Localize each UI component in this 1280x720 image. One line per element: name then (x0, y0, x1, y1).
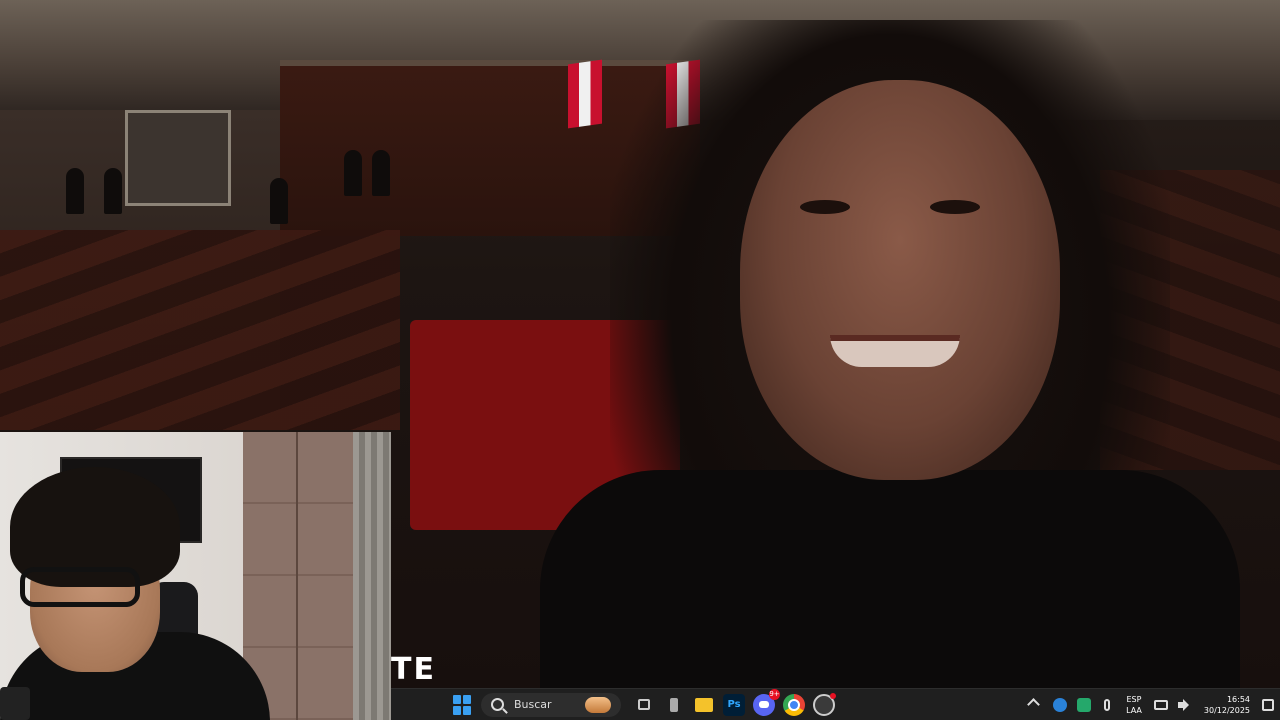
obs-icon[interactable] (813, 692, 836, 716)
file-explorer-icon[interactable] (693, 694, 715, 716)
standing-figure (104, 168, 122, 214)
discord-badge: 9+ (769, 688, 780, 700)
wall-panel (125, 110, 231, 206)
volume-icon[interactable] (1177, 699, 1190, 711)
woman-eye-left (800, 200, 850, 214)
defender-icon[interactable] (1077, 697, 1092, 712)
language-code: ESP (1126, 694, 1142, 704)
wardrobe (243, 432, 353, 720)
onedrive-icon[interactable] (1053, 697, 1068, 712)
discord-icon[interactable]: 9+ (753, 688, 780, 716)
task-view-icon[interactable] (633, 694, 655, 716)
pinned-apps: Ps 9+ (629, 688, 839, 716)
microphone (0, 687, 30, 720)
chevron-up-icon[interactable] (1027, 698, 1040, 711)
screen: TE Buscar Ps 9+ ESP LAA 16:54 30/12/2025 (0, 0, 1280, 720)
recording-indicator (830, 692, 836, 699)
webcam-overlay (0, 432, 391, 720)
clock-time: 16:54 (1226, 694, 1250, 704)
wardrobe-divider (296, 432, 298, 720)
photoshop-icon[interactable]: Ps (723, 693, 745, 716)
woman-smile (830, 335, 960, 367)
standing-figure (372, 150, 390, 196)
standing-figure (270, 178, 288, 224)
clock-date: 30/12/2025 (1203, 705, 1250, 715)
taskbar-search[interactable]: Buscar (481, 692, 621, 717)
woman-eye-right (930, 200, 980, 214)
chrome-icon[interactable] (783, 693, 805, 716)
congress-desks-left (0, 230, 400, 430)
search-icon (491, 698, 504, 711)
keyboard-layout: LAA (1126, 705, 1142, 715)
standing-figure (66, 168, 84, 214)
taskbar: Buscar Ps 9+ ESP LAA 16:54 30/12/2025 (391, 688, 1280, 720)
streamer-glasses (20, 567, 140, 607)
microphone-icon[interactable] (1104, 698, 1111, 711)
windows-start-icon[interactable] (453, 694, 473, 715)
system-tray: ESP LAA 16:54 30/12/2025 (1027, 694, 1274, 716)
woman-torso (540, 470, 1240, 688)
language-indicator[interactable]: ESP LAA (1126, 694, 1142, 716)
woman-portrait (520, 0, 1280, 688)
standing-figure (344, 150, 362, 196)
app-icon[interactable] (663, 694, 685, 716)
network-icon[interactable] (1153, 699, 1168, 710)
woman-face (740, 80, 1060, 480)
clock[interactable]: 16:54 30/12/2025 (1204, 694, 1250, 716)
curtain (353, 432, 391, 720)
notification-icon[interactable] (1262, 698, 1274, 711)
video-overlay-text: TE (391, 652, 436, 687)
search-placeholder: Buscar (514, 698, 552, 711)
search-highlight-icon[interactable] (585, 696, 611, 713)
